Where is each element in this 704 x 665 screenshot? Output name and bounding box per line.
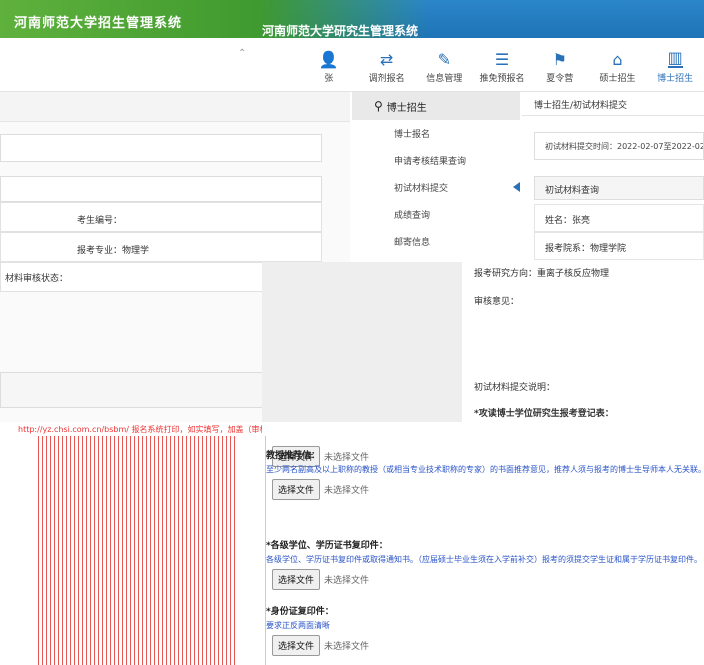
overlay-block bbox=[262, 262, 462, 422]
nav-item-label: 信息管理 bbox=[426, 74, 463, 84]
master-icon: ⌂ bbox=[612, 50, 623, 69]
submit-time: 初试材料提交时间：2022-02-07至2022-02- bbox=[534, 132, 704, 160]
upload-desc: 要求正反两面清晰 bbox=[266, 621, 330, 630]
note-icon: ✎ bbox=[437, 50, 451, 69]
major-label: 报考专业：物理学 bbox=[77, 246, 150, 256]
nav-item-6[interactable]: ▥ 博士招生 bbox=[646, 42, 704, 88]
name-line: 姓名：张亮 bbox=[534, 204, 704, 232]
left-info-box bbox=[0, 134, 322, 162]
instructions-title: 初试材料提交说明： bbox=[474, 383, 556, 393]
upload-block: 教授推荐信： 至少两名副高及以上职称的教授（或相当专业技术职称的专家）的书面推荐意… bbox=[262, 448, 704, 500]
main-navbar: ⌃ 👤 张 ⇄ 调剂报名 ✎ 信息管理 ☰ 推免预报名 ⚑ 夏令营 ⌂ 硕士招生 ▥ 博士招生 bbox=[0, 38, 704, 92]
sidebar-item-4[interactable]: 邮寄信息 bbox=[352, 228, 520, 255]
red-stripe-pattern bbox=[38, 436, 238, 665]
divider bbox=[265, 436, 266, 665]
choose-file-button[interactable]: 选择文件 bbox=[272, 479, 321, 500]
no-file-text: 未选择文件 bbox=[324, 486, 370, 496]
top-header: 河南师范大学招生管理系统 河南师范大学研究生管理系统 bbox=[0, 0, 704, 38]
nav-item-0[interactable]: 👤 张 bbox=[300, 42, 358, 88]
no-file-text: 未选择文件 bbox=[324, 576, 370, 586]
nav-item-5[interactable]: ⌂ 硕士招生 bbox=[589, 42, 647, 88]
exam-no-label: 考生编号： bbox=[77, 216, 123, 226]
phd-icon: ▥ bbox=[667, 48, 683, 68]
nav-item-label: 硕士招生 bbox=[599, 74, 636, 84]
nav-item-4[interactable]: ⚑ 夏令营 bbox=[531, 42, 589, 88]
nav-item-3[interactable]: ☰ 推免预报名 bbox=[473, 42, 531, 88]
review-line: 审核意见： bbox=[474, 297, 520, 307]
review-status-label: 材料审核状态： bbox=[5, 274, 69, 284]
query-section-title: 初试材料查询 bbox=[534, 176, 704, 200]
choose-file-button[interactable]: 选择文件 bbox=[272, 569, 321, 590]
warning-text: http://yz.chsi.com.cn/bsbm/ 报名系统打印，如实填写，… bbox=[18, 425, 300, 434]
upload-block: *身份证复印件： 要求正反两面清晰选择文件 未选择文件 bbox=[262, 604, 704, 656]
sidebar-items: 博士报名申请考核结果查询初试材料提交成绩查询邮寄信息入学须知 bbox=[352, 120, 520, 282]
system-title: 河南师范大学招生管理系统 bbox=[14, 16, 183, 31]
nav-item-label: 夏令营 bbox=[546, 74, 574, 84]
caret-up-icon: ⌃ bbox=[238, 48, 247, 59]
sidebar-item-0[interactable]: 博士报名 bbox=[352, 120, 520, 147]
direction-line: 报考研究方向：重离子核反应物理 bbox=[474, 269, 610, 279]
registration-form-title: *攻读博士学位研究生报考登记表： bbox=[474, 409, 614, 419]
sidebar-group-phd[interactable]: ⚲ 博士招生 bbox=[352, 92, 520, 120]
info-row-major: 报考专业：物理学 bbox=[0, 232, 322, 262]
left-panel-header bbox=[0, 92, 350, 122]
nav-item-1[interactable]: ⇄ 调剂报名 bbox=[358, 42, 416, 88]
info-row-exam-no: 考生编号： bbox=[0, 202, 322, 232]
exempt-icon: ☰ bbox=[494, 50, 510, 69]
nav-item-label: 推免预报名 bbox=[479, 74, 525, 84]
upload-desc: 至少两名副高及以上职称的教授（或相当专业技术职称的专家）的书面推荐意见，推荐人须… bbox=[266, 465, 704, 474]
upload-desc: 各级学位、学历证书复印件或取得通知书。（应届硕士毕业生须在入学前补交）报考的须提… bbox=[266, 555, 702, 564]
breadcrumb: 博士招生/初试材料提交 bbox=[522, 92, 704, 116]
upload-title: *各级学位、学历证书复印件： bbox=[266, 541, 388, 551]
camp-icon: ⚑ bbox=[552, 50, 567, 69]
system-subtitle: 河南师范大学研究生管理系统 bbox=[262, 24, 419, 38]
left-info-box-2 bbox=[0, 176, 322, 202]
user-icon: 👤 bbox=[318, 50, 339, 69]
sidebar-item-3[interactable]: 成绩查询 bbox=[352, 201, 520, 228]
nav-item-2[interactable]: ✎ 信息管理 bbox=[415, 42, 473, 88]
sidebar-group-label: 博士招生 bbox=[386, 102, 427, 114]
nav-item-label: 张 bbox=[324, 74, 334, 84]
sidebar-item-2[interactable]: 初试材料提交 bbox=[352, 174, 520, 201]
nav-item-label: 博士招生 bbox=[657, 74, 694, 84]
upload-title: *身份证复印件： bbox=[266, 607, 334, 617]
upload-title: 教授推荐信： bbox=[266, 451, 321, 461]
form-area: 报考研究方向：重离子核反应物理 审核意见： 初试材料提交说明： *攻读博士学位研… bbox=[464, 262, 704, 422]
transfer-icon: ⇄ bbox=[379, 50, 394, 69]
nav-item-label: 调剂报名 bbox=[368, 74, 405, 84]
person-icon: ⚲ bbox=[374, 99, 383, 113]
upload-area: 选择文件 未选择文件 教授推荐信： 至少两名副高及以上职称的教授（或相当专业技术职… bbox=[262, 422, 704, 665]
dept-line: 报考院系：物理学院 bbox=[534, 232, 704, 260]
nav-items: 👤 张 ⇄ 调剂报名 ✎ 信息管理 ☰ 推免预报名 ⚑ 夏令营 ⌂ 硕士招生 ▥ 博士招生 bbox=[300, 42, 704, 88]
sidebar: ⚲ 博士招生 博士报名申请考核结果查询初试材料提交成绩查询邮寄信息入学须知 bbox=[352, 92, 520, 275]
choose-file-button[interactable]: 选择文件 bbox=[272, 635, 321, 656]
sidebar-item-1[interactable]: 申请考核结果查询 bbox=[352, 147, 520, 174]
no-file-text: 未选择文件 bbox=[324, 642, 370, 652]
upload-block: *各级学位、学历证书复印件： 各级学位、学历证书复印件或取得通知书。（应届硕士毕业… bbox=[262, 538, 704, 590]
